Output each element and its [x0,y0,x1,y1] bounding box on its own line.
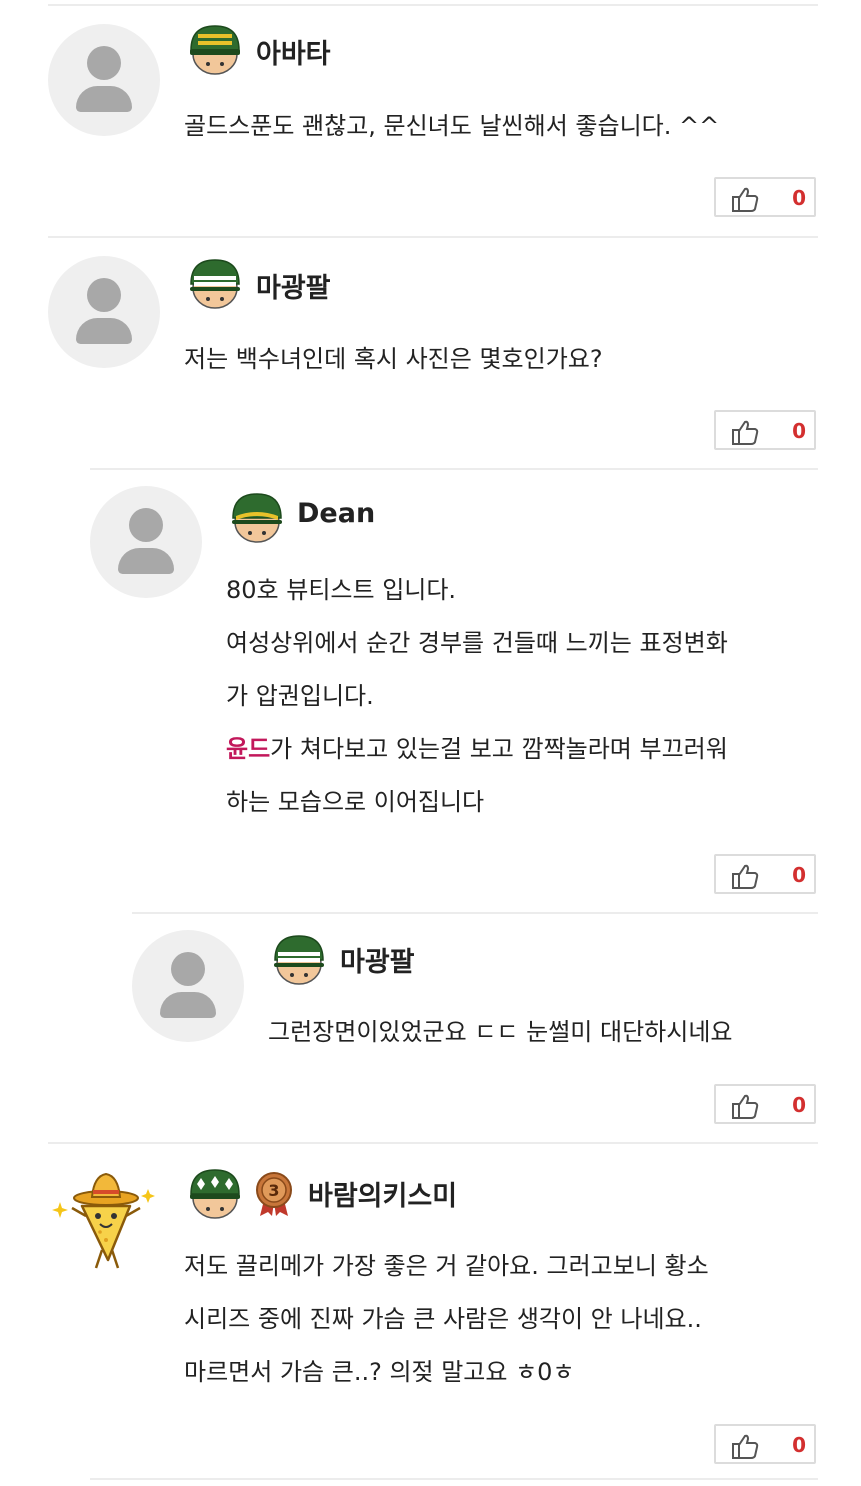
comment-text: 그런장면이있었군요 ㄷㄷ 눈썰미 대단하시네요 [268,1006,733,1059]
thumbs-up-icon [732,1434,759,1459]
comment-line: 하는 모습으로 이어집니다 [226,788,485,816]
comment-line: 저는 백수녀인데 혹시 사진은 몇호인가요? [184,345,603,373]
comment-text: 저도 끌리메가 가장 좋은 거 같아요. 그러고보니 황소 시리즈 중에 진짜 … [184,1240,709,1399]
thumbs-up-icon [732,420,759,445]
helmet-white-stripe-icon [274,935,324,985]
avatar[interactable] [48,24,160,136]
helmet-gold-stripe-icon [190,25,240,75]
comment-line: 저도 끌리메가 가장 좋은 거 같아요. 그러고보니 황소 [184,1252,709,1280]
comment-text: 저는 백수녀인데 혹시 사진은 몇호인가요? [184,333,603,386]
like-count: 0 [792,186,806,210]
comment-line: 마르면서 가슴 큰..? 의젖 말고요 ㅎ0ㅎ [184,1358,575,1386]
comment-line-rest: 가 쳐다보고 있는걸 보고 깜짝놀라며 부끄러워 [270,735,728,763]
comment-line: 그런장면이있었군요 ㄷㄷ 눈썰미 대단하시네요 [268,1018,733,1046]
comment-line: 가 압권입니다. [226,682,374,710]
comment-author[interactable]: Dean [297,498,375,529]
avatar[interactable] [132,930,244,1042]
nacho-sombrero-avatar-icon[interactable] [44,1164,164,1284]
like-button[interactable]: 0 [714,177,816,217]
divider [132,912,818,914]
avatar[interactable] [90,486,202,598]
comment-line: 80호 뷰티스트 입니다. [226,576,457,604]
helmet-white-stripe-icon [190,259,240,309]
like-count: 0 [792,863,806,887]
thumbs-up-icon [732,1094,759,1119]
comment-author[interactable]: 바람의키스미 [308,1174,457,1213]
mention-link[interactable]: 윤드 [226,735,270,763]
like-button[interactable]: 0 [714,410,816,450]
comment-text: 80호 뷰티스트 입니다. 여성상위에서 순간 경부를 건들때 느끼는 표정변화… [226,564,728,829]
thumbs-up-icon [732,864,759,889]
like-count: 0 [792,1433,806,1457]
comment-author[interactable]: 마광팔 [340,940,415,979]
comment-line: 여성상위에서 순간 경부를 건들때 느끼는 표정변화 [226,629,728,657]
comment-line: 시리즈 중에 진짜 가슴 큰 사람은 생각이 안 나네요.. [184,1305,702,1333]
thumbs-up-icon [732,187,759,212]
like-count: 0 [792,1093,806,1117]
divider [48,1142,818,1144]
avatar[interactable] [48,256,160,368]
divider [48,4,818,6]
divider [90,1478,818,1480]
divider [90,468,818,470]
helmet-three-diamonds-icon [190,1169,240,1219]
medal-number: 3 [268,1181,279,1200]
like-button[interactable]: 0 [714,1084,816,1124]
comment-line: 골드스푼도 괜찮고, 문신녀도 날씬해서 좋습니다. ^^ [184,112,720,140]
like-button[interactable]: 0 [714,1424,816,1464]
like-count: 0 [792,419,806,443]
rank-medal-icon: 3 [256,1172,292,1216]
comment-author[interactable]: 아바타 [256,32,331,71]
comment-author[interactable]: 마광팔 [256,266,331,305]
divider [48,236,818,238]
comment-line: 윤드가 쳐다보고 있는걸 보고 깜짝놀라며 부끄러워 [226,723,728,776]
helmet-gold-band-icon [232,493,282,543]
like-button[interactable]: 0 [714,854,816,894]
comment-text: 골드스푼도 괜찮고, 문신녀도 날씬해서 좋습니다. ^^ [184,100,719,153]
